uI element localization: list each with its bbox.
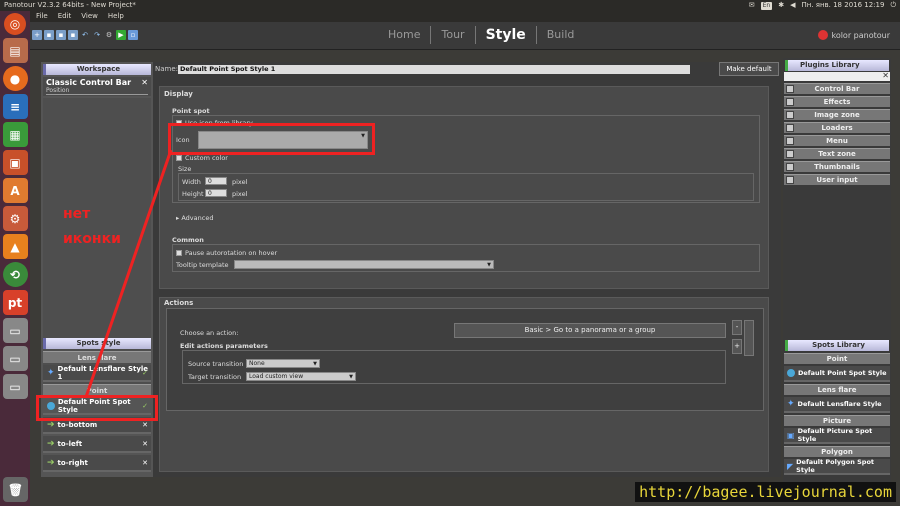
annotation-arrow <box>84 149 173 398</box>
watermark: http://bagee.livejournal.com <box>635 482 896 502</box>
annotation-text-line2: иконки <box>63 231 121 247</box>
annotation-text-line1: нет <box>63 206 91 222</box>
